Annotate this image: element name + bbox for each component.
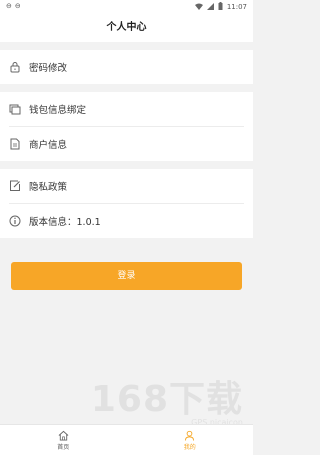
status-notifications: ⊖ ⊖	[6, 2, 21, 10]
login-button[interactable]: 登录	[11, 262, 242, 290]
privacy-policy-item[interactable]: 隐私政策	[0, 169, 253, 203]
status-bar: ⊖ ⊖ 11:07	[0, 0, 253, 14]
status-right: 11:07	[194, 2, 247, 12]
edit-icon	[9, 180, 21, 192]
watermark-main: 168下载	[90, 379, 243, 420]
privacy-policy-label: 隐私政策	[29, 182, 68, 193]
document-icon	[9, 138, 21, 150]
wallet-binding-item[interactable]: 钱包信息绑定	[0, 92, 253, 126]
wallet-binding-label: 钱包信息绑定	[29, 105, 87, 116]
version-info-label: 版本信息：1.0.1	[29, 217, 101, 228]
tab-mine[interactable]: 我的	[127, 425, 254, 455]
home-icon	[58, 430, 69, 441]
password-change-item[interactable]: 密码修改	[0, 50, 253, 84]
page-title: 个人中心	[0, 14, 253, 42]
battery-icon	[218, 2, 223, 12]
menu-group-1: 密码修改	[0, 50, 253, 84]
merchant-info-item[interactable]: 商户信息	[0, 127, 253, 161]
info-icon	[9, 215, 21, 227]
menu-group-3: 隐私政策 版本信息：1.0.1	[0, 169, 253, 238]
tab-home-label: 首页	[57, 443, 70, 451]
tab-home[interactable]: 首页	[0, 425, 127, 455]
notification-icon: ⊖	[6, 2, 12, 10]
wallet-icon	[9, 103, 21, 115]
status-time: 11:07	[226, 3, 247, 11]
merchant-info-label: 商户信息	[29, 140, 68, 151]
signal-icon	[206, 2, 214, 12]
lock-icon	[9, 61, 21, 73]
user-icon	[185, 430, 195, 441]
notification-icon: ⊖	[14, 2, 21, 10]
tab-mine-label: 我的	[183, 443, 196, 451]
wifi-icon	[194, 3, 203, 12]
version-info-item[interactable]: 版本信息：1.0.1	[0, 204, 253, 238]
password-change-label: 密码修改	[29, 63, 68, 74]
watermark: 168下载 GPS.nicaicon	[91, 370, 243, 427]
bottom-tabbar: 首页 我的	[0, 424, 253, 455]
menu-group-2: 钱包信息绑定 商户信息	[0, 92, 253, 161]
